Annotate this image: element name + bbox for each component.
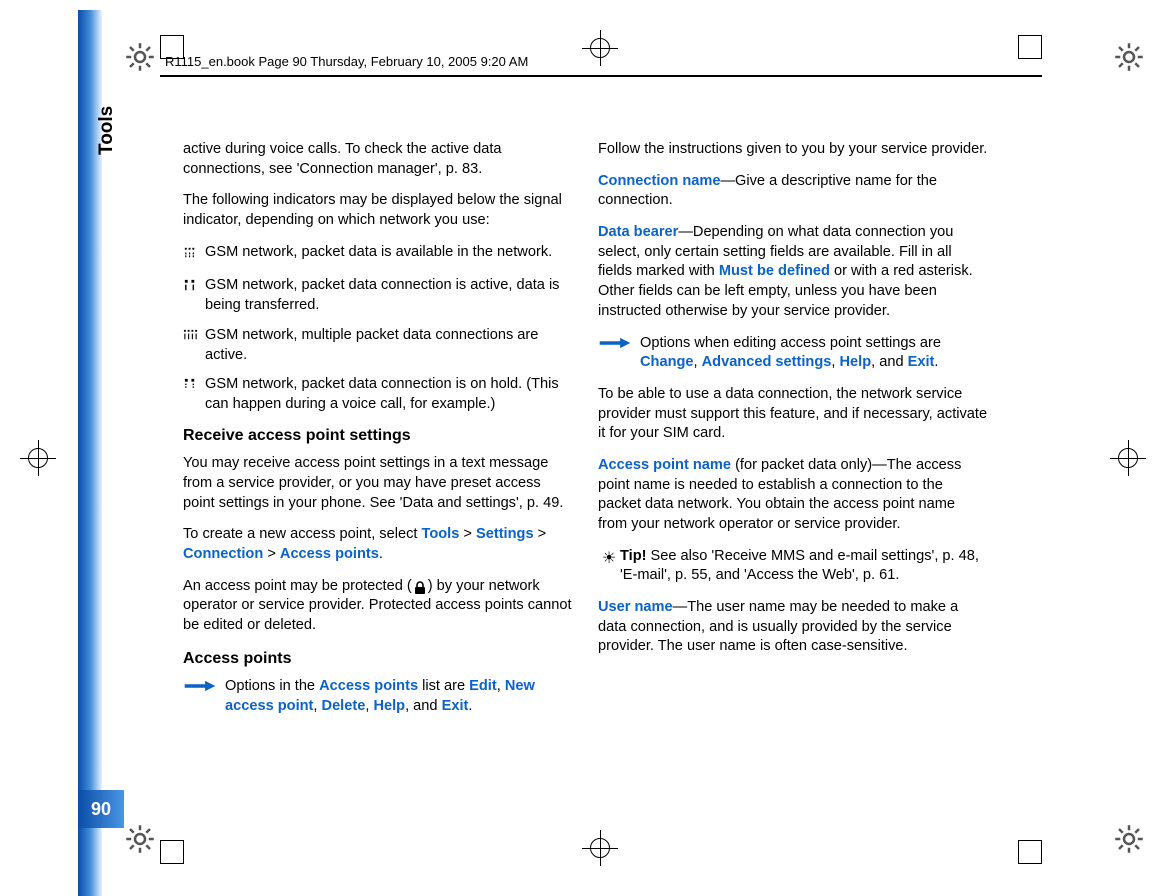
registration-mark-icon (582, 30, 618, 66)
options-note: Options in the Access points list are Ed… (183, 677, 573, 716)
tip-note: ☀ Tip! See also 'Receive MMS and e-mail … (598, 547, 988, 586)
options-text: Options in the Access points list are Ed… (221, 677, 573, 716)
page-number: 90 (78, 790, 124, 828)
running-header: R1115_en.book Page 90 Thursday, February… (165, 54, 528, 69)
body-text: To create a new access point, select Too… (183, 525, 573, 564)
crop-mark-icon (160, 35, 184, 59)
packet-data-hold-icon (183, 375, 205, 414)
crop-mark-icon (1018, 840, 1042, 864)
column-right: Follow the instructions given to you by … (598, 140, 988, 669)
section-label: Tools (96, 106, 118, 155)
column-left: active during voice calls. To check the … (183, 140, 573, 729)
body-text: Follow the instructions given to you by … (598, 140, 988, 160)
options-note: Options when editing access point settin… (598, 334, 988, 373)
field-data-bearer: Data bearer—Depending on what data conne… (598, 223, 988, 321)
field-access-point-name: Access point name (for packet data only)… (598, 456, 988, 535)
indicator-row: GSM network, packet data connection is a… (183, 276, 573, 315)
tip-icon: ☀ (598, 547, 620, 586)
crop-mark-icon (160, 840, 184, 864)
indicator-text: GSM network, packet data connection is a… (205, 276, 573, 315)
heading-access-points: Access points (183, 648, 573, 670)
packet-data-multiple-icon (183, 326, 205, 365)
heading-receive-settings: Receive access point settings (183, 425, 573, 447)
field-user-name: User name—The user name may be needed to… (598, 598, 988, 657)
header-rule (160, 75, 1042, 77)
indicator-row: GSM network, packet data connection is o… (183, 375, 573, 414)
indicator-text: GSM network, packet data is available in… (205, 243, 573, 267)
indicator-text: GSM network, multiple packet data connec… (205, 326, 573, 365)
gear-icon (1114, 42, 1144, 72)
crop-mark-icon (1018, 35, 1042, 59)
document-page: Tools 90 R1115_en.book Page 90 Thursday,… (0, 0, 1168, 896)
packet-data-active-icon (183, 276, 205, 315)
body-text: active during voice calls. To check the … (183, 140, 573, 179)
body-text: To be able to use a data connection, the… (598, 385, 988, 444)
gear-icon (125, 42, 155, 72)
packet-data-available-icon (183, 243, 205, 267)
tip-text: Tip! See also 'Receive MMS and e-mail se… (620, 547, 988, 586)
options-text: Options when editing access point settin… (636, 334, 988, 373)
field-connection-name: Connection name—Give a descriptive name … (598, 172, 988, 211)
options-arrow-icon (598, 334, 636, 373)
indicator-row: GSM network, packet data is available in… (183, 243, 573, 267)
body-text: The following indicators may be displaye… (183, 191, 573, 230)
registration-mark-icon (20, 440, 56, 476)
lock-icon (412, 580, 428, 596)
indicator-text: GSM network, packet data connection is o… (205, 375, 573, 414)
registration-mark-icon (1110, 440, 1146, 476)
registration-mark-icon (582, 830, 618, 866)
indicator-row: GSM network, multiple packet data connec… (183, 326, 573, 365)
body-text: You may receive access point settings in… (183, 454, 573, 513)
options-arrow-icon (183, 677, 221, 716)
gear-icon (125, 824, 155, 854)
gear-icon (1114, 824, 1144, 854)
body-text: An access point may be protected () by y… (183, 577, 573, 636)
